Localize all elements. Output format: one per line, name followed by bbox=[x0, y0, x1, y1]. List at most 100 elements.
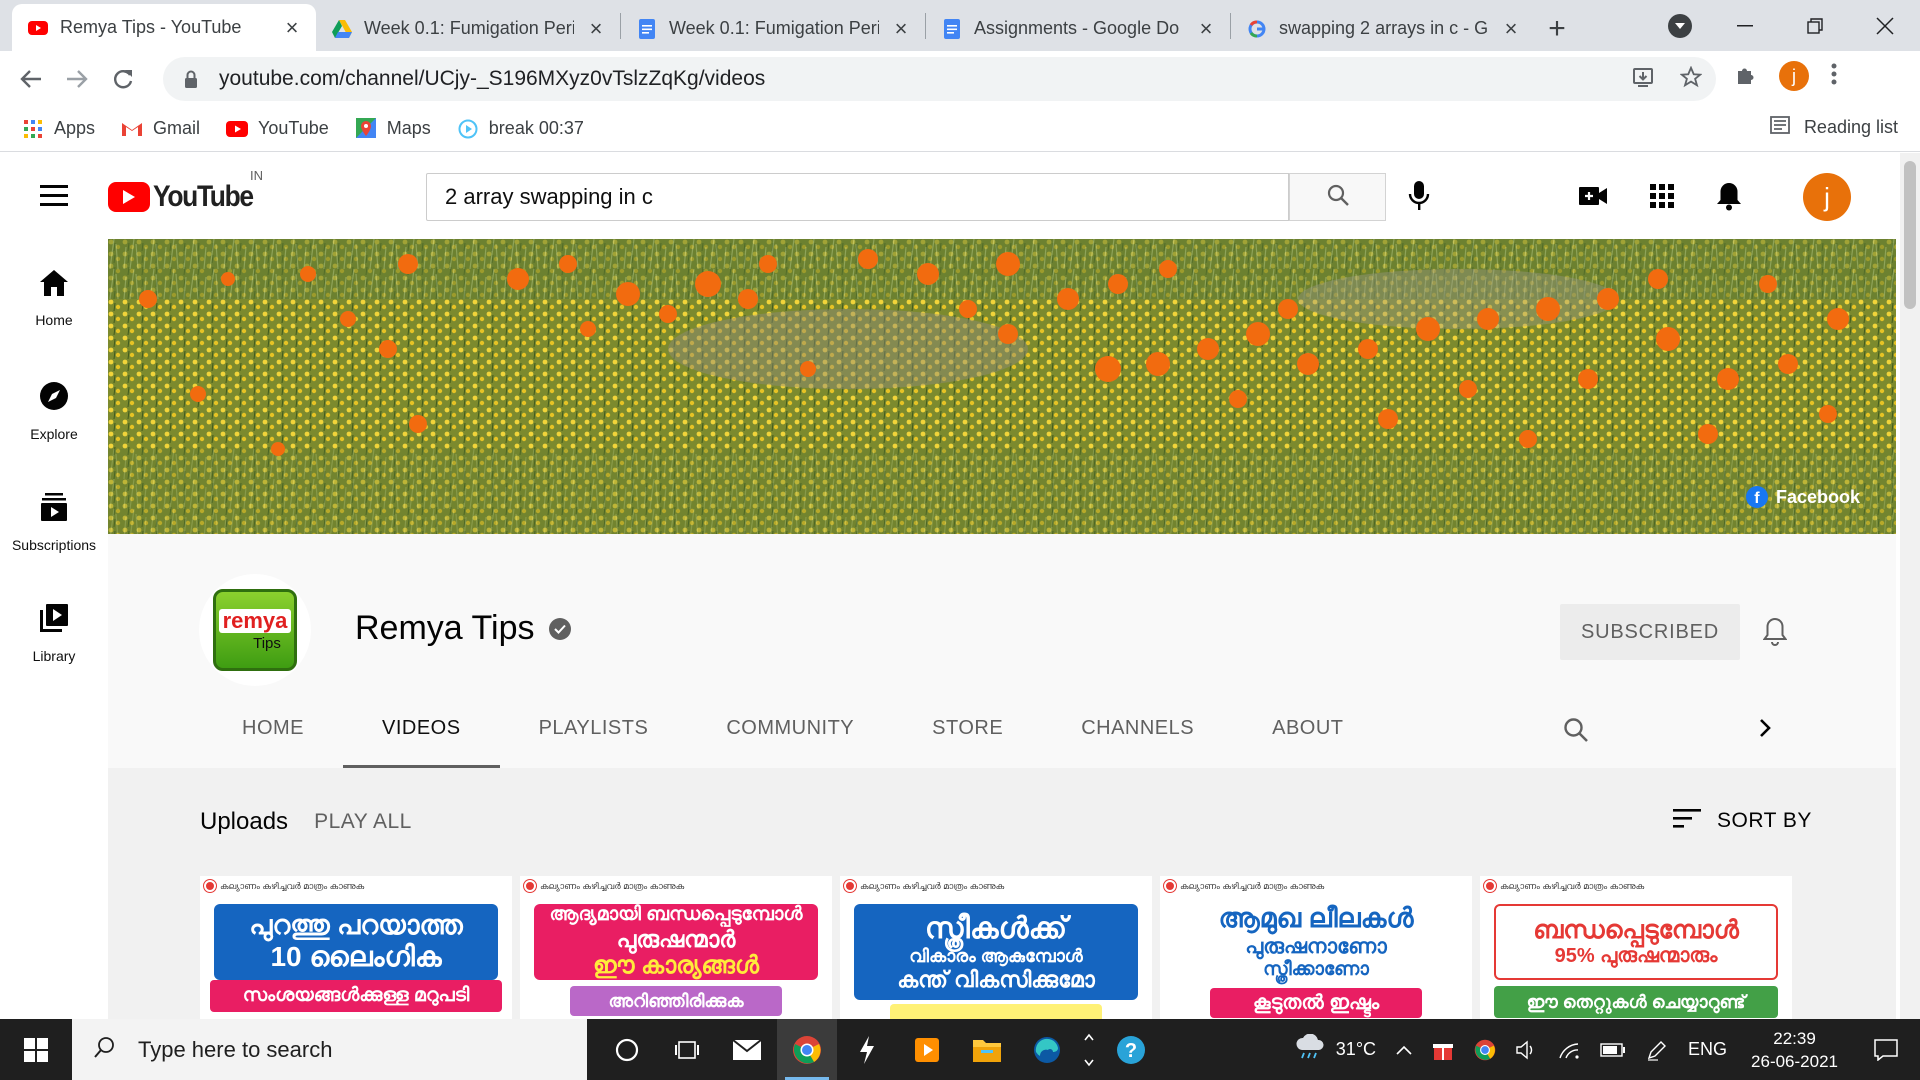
browser-tab-assignments[interactable]: Assignments - Google Do × bbox=[926, 6, 1230, 51]
bookmark-break-timer[interactable]: break 00:37 bbox=[457, 118, 584, 140]
cortana-icon[interactable] bbox=[597, 1019, 657, 1080]
sort-by-button[interactable]: SORT BY bbox=[1673, 808, 1812, 834]
play-all-button[interactable]: PLAY ALL bbox=[314, 808, 412, 836]
bookmark-star-icon[interactable] bbox=[1679, 65, 1703, 93]
taskbar-search-box[interactable]: Type here to search bbox=[72, 1019, 587, 1080]
install-app-icon[interactable] bbox=[1632, 66, 1654, 93]
video-thumbnail[interactable]: കല്യാണം കഴിച്ചവർ മാത്രം കാണുക ബന്ധപ്പെടു… bbox=[1480, 876, 1792, 1019]
mail-icon[interactable] bbox=[717, 1019, 777, 1080]
menu-icon[interactable] bbox=[40, 185, 68, 212]
file-explorer-icon[interactable] bbox=[957, 1019, 1017, 1080]
guide-item-home[interactable]: Home bbox=[0, 269, 108, 328]
video-thumbnail[interactable]: കല്യാണം കഴിച്ചവർ മാത്രം കാണുക പുറത്തു പറ… bbox=[200, 876, 512, 1019]
bolt-app-icon[interactable] bbox=[837, 1019, 897, 1080]
facebook-link[interactable]: f Facebook bbox=[1745, 486, 1860, 508]
close-tab-icon[interactable]: × bbox=[1196, 17, 1216, 39]
bookmark-label: YouTube bbox=[258, 118, 329, 138]
chrome-tray-icon[interactable] bbox=[1464, 1019, 1506, 1080]
volume-icon[interactable] bbox=[1506, 1019, 1548, 1080]
tab-search-icon[interactable] bbox=[1668, 14, 1692, 38]
logo-text-primary: remya bbox=[218, 608, 292, 633]
tab-home[interactable]: HOME bbox=[203, 700, 343, 768]
tab-playlists[interactable]: PLAYLISTS bbox=[500, 700, 688, 768]
scrollbar-thumb[interactable] bbox=[1904, 161, 1916, 309]
windows-start-icon[interactable] bbox=[0, 1019, 72, 1080]
chrome-icon[interactable] bbox=[777, 1019, 837, 1080]
close-tab-icon[interactable]: × bbox=[586, 17, 606, 39]
tab-store[interactable]: STORE bbox=[893, 700, 1042, 768]
new-tab-button[interactable]: + bbox=[1535, 6, 1579, 51]
browser-tab-fumigation-doc[interactable]: Week 0.1: Fumigation Peri × bbox=[621, 6, 925, 51]
bookmark-apps[interactable]: Apps bbox=[22, 118, 95, 140]
search-button[interactable] bbox=[1289, 173, 1386, 221]
close-tab-icon[interactable]: × bbox=[1501, 17, 1521, 39]
tab-channels[interactable]: CHANNELS bbox=[1042, 700, 1233, 768]
browser-tab-remya-tips[interactable]: Remya Tips - YouTube × bbox=[12, 4, 316, 51]
reading-list-icon bbox=[1770, 116, 1790, 139]
input-language[interactable]: ENG bbox=[1678, 1019, 1737, 1080]
timer-icon bbox=[457, 118, 479, 140]
create-video-icon[interactable] bbox=[1578, 185, 1608, 212]
task-view-icon[interactable] bbox=[657, 1019, 717, 1080]
bookmark-gmail[interactable]: Gmail bbox=[121, 118, 200, 140]
thumbnail-subline: ഈ തെറ്റുകൾ ചെയ്യാറുണ്ട് bbox=[1494, 986, 1778, 1018]
channel-header: remya Tips Remya Tips SUBSCRIBED HOME VI… bbox=[108, 534, 1896, 768]
channel-search-icon[interactable] bbox=[1563, 717, 1589, 748]
bookmark-youtube[interactable]: YouTube bbox=[226, 118, 329, 140]
address-bar[interactable]: youtube.com/channel/UCjy-_S196MXyz0vTslz… bbox=[163, 57, 1716, 101]
forward-icon[interactable] bbox=[54, 56, 100, 102]
reading-list-button[interactable]: Reading list bbox=[1770, 116, 1898, 139]
apps-icon[interactable] bbox=[1650, 184, 1674, 213]
extensions-icon[interactable] bbox=[1735, 63, 1757, 90]
guide-item-subscriptions[interactable]: Subscriptions bbox=[0, 492, 108, 553]
wifi-icon[interactable] bbox=[1548, 1019, 1590, 1080]
user-avatar[interactable]: j bbox=[1803, 173, 1851, 221]
profile-avatar[interactable]: j bbox=[1779, 61, 1809, 91]
guide-item-library[interactable]: Library bbox=[0, 603, 108, 664]
browser-tab-fumigation-drive[interactable]: Week 0.1: Fumigation Peri × bbox=[316, 6, 620, 51]
youtube-icon bbox=[28, 18, 48, 38]
notification-preference-bell-icon[interactable] bbox=[1762, 616, 1788, 651]
search-input[interactable]: 2 array swapping in c bbox=[426, 173, 1289, 221]
show-hidden-icons-chevron-up-icon[interactable] bbox=[1386, 1019, 1422, 1080]
channel-avatar[interactable]: remya Tips bbox=[199, 574, 311, 686]
youtube-wordmark: YouTube bbox=[153, 180, 254, 213]
tab-videos[interactable]: VIDEOS bbox=[343, 700, 500, 768]
restore-icon[interactable] bbox=[1780, 0, 1850, 51]
bookmark-maps[interactable]: Maps bbox=[355, 117, 431, 140]
guide-item-explore[interactable]: Explore bbox=[0, 381, 108, 442]
tab-about[interactable]: ABOUT bbox=[1233, 700, 1382, 768]
minimize-icon[interactable] bbox=[1710, 0, 1780, 51]
video-thumbnail[interactable]: കല്യാണം കഴിച്ചവർ മാത്രം കാണുക ആമുഖ ലീലകൾ… bbox=[1160, 876, 1472, 1019]
help-icon[interactable]: ? bbox=[1101, 1019, 1161, 1080]
guide-label: Home bbox=[35, 312, 73, 328]
browser-tab-google-search[interactable]: swapping 2 arrays in c - G × bbox=[1231, 6, 1535, 51]
close-tab-icon[interactable]: × bbox=[891, 17, 911, 39]
subscribed-button[interactable]: SUBSCRIBED bbox=[1560, 604, 1740, 660]
edge-icon[interactable] bbox=[1017, 1019, 1077, 1080]
reload-icon[interactable] bbox=[100, 56, 146, 102]
action-center-icon[interactable] bbox=[1852, 1019, 1920, 1080]
taskbar-clock[interactable]: 22:39 26-06-2021 bbox=[1737, 1027, 1852, 1073]
video-thumbnail[interactable]: കല്യാണം കഴിച്ചവർ മാത്രം കാണുക ആദ്യമായി ബ… bbox=[520, 876, 832, 1019]
battery-icon[interactable] bbox=[1590, 1019, 1636, 1080]
tab-community[interactable]: COMMUNITY bbox=[687, 700, 893, 768]
media-player-icon[interactable] bbox=[897, 1019, 957, 1080]
lock-icon[interactable] bbox=[181, 70, 201, 88]
gift-app-icon[interactable] bbox=[1422, 1019, 1464, 1080]
close-window-icon[interactable] bbox=[1850, 0, 1920, 51]
close-tab-icon[interactable]: × bbox=[282, 16, 302, 38]
weather-widget[interactable]: 31°C bbox=[1284, 1019, 1386, 1080]
chevron-right-icon[interactable] bbox=[1758, 717, 1772, 744]
microphone-icon[interactable] bbox=[1408, 180, 1430, 217]
notifications-bell-icon[interactable] bbox=[1716, 181, 1742, 216]
back-icon[interactable] bbox=[8, 56, 54, 102]
video-thumbnail[interactable]: കല്യാണം കഴിച്ചവർ മാത്രം കാണുക സ്ത്രീകൾക്… bbox=[840, 876, 1152, 1019]
page-scrollbar[interactable] bbox=[1900, 153, 1920, 1019]
reading-list-label: Reading list bbox=[1803, 117, 1898, 137]
youtube-logo[interactable]: YouTube IN bbox=[108, 168, 266, 214]
guide-label: Library bbox=[32, 648, 76, 664]
pen-icon[interactable] bbox=[1636, 1019, 1678, 1080]
taskbar-scroll-arrows-icon[interactable] bbox=[1077, 1019, 1101, 1080]
more-menu-icon[interactable] bbox=[1831, 63, 1837, 90]
